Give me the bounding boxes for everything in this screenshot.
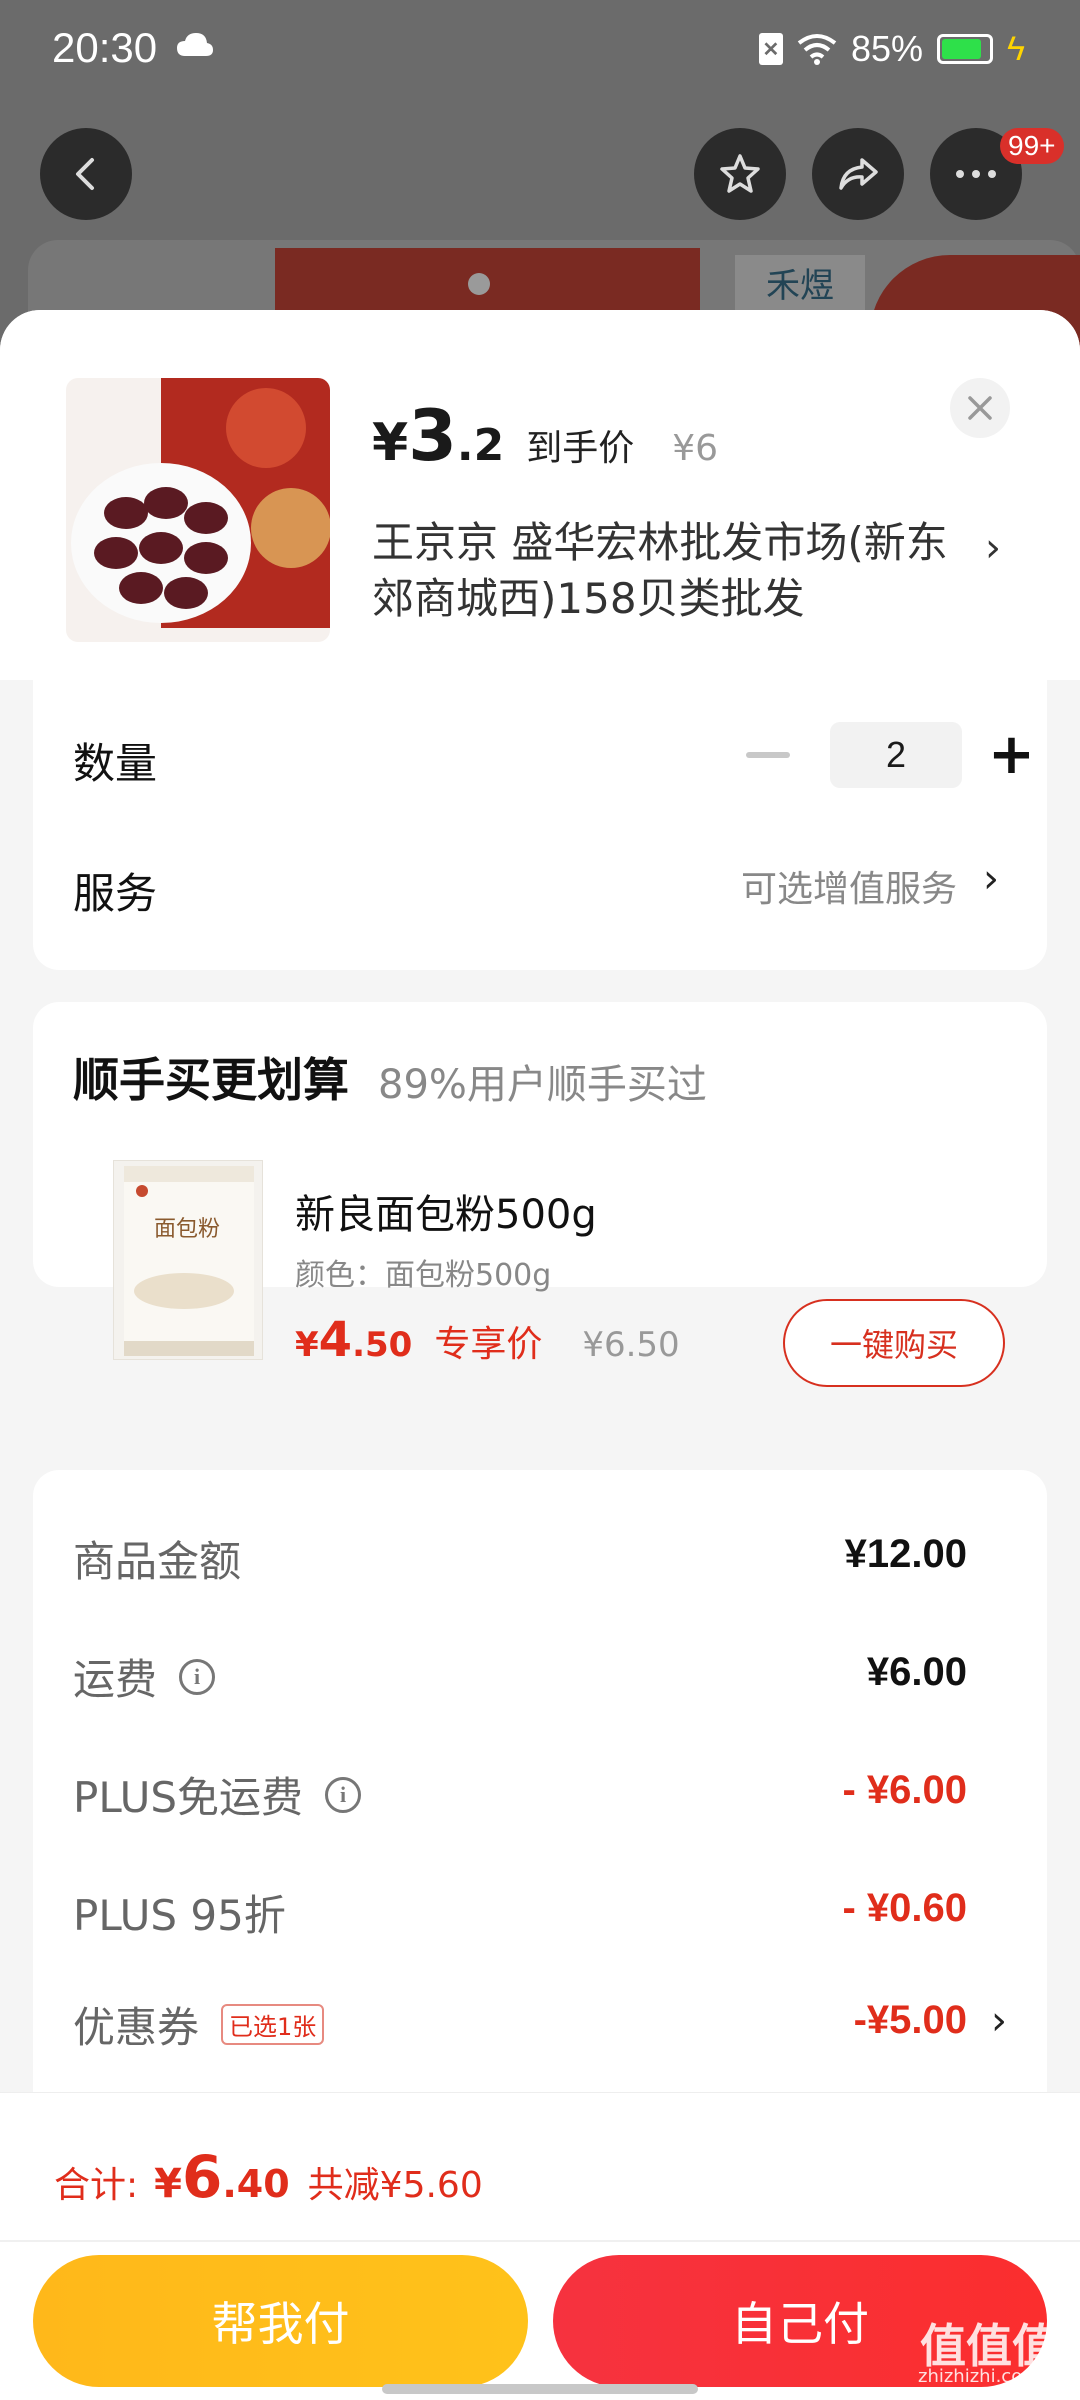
charging-bolt-icon: ϟ [1007, 29, 1025, 68]
summary-value: ¥12.00 [844, 1532, 967, 1576]
summary-value: - ¥0.60 [842, 1886, 967, 1930]
sheet-header: ¥ 3 .2 到手价 ¥6 王京京 盛华宏林批发市场(新东郊商城西)158贝类批… [0, 310, 1080, 680]
back-button[interactable] [40, 128, 132, 220]
summary-label: 商品金额 [73, 1537, 242, 1586]
shop-name-link[interactable]: 王京京 盛华宏林批发市场(新东郊商城西)158贝类批发 [372, 515, 972, 627]
wifi-icon [797, 34, 837, 65]
cloud-icon [177, 33, 213, 56]
close-icon [968, 396, 992, 420]
favorite-button[interactable] [694, 128, 786, 220]
status-time: 20:30 [52, 24, 158, 71]
addon-original-price: ¥6.50 [582, 1325, 680, 1365]
total-price: 合计: ¥ 6 .40 共减¥5.60 [54, 2143, 483, 2211]
info-icon[interactable]: i [325, 1776, 362, 1813]
service-label: 服务 [73, 869, 158, 918]
original-price: ¥6 [672, 428, 719, 469]
addon-price: ¥ 4 .50 专享价 ¥6.50 [295, 1312, 680, 1368]
addon-spec: 颜色：面包粉500g [295, 1258, 552, 1293]
one-click-buy-button[interactable]: 一键购买 [783, 1299, 1005, 1387]
summary-value: - ¥6.00 [842, 1768, 967, 1812]
summary-row-coupon[interactable]: 优惠券 已选1张 -¥5.00 › [73, 1994, 1007, 2054]
divider [0, 2240, 1080, 2242]
quantity-increase-button[interactable]: + [988, 727, 1035, 783]
addon-image-text: 面包粉 [154, 1217, 220, 1242]
star-icon [720, 154, 760, 193]
total-label: 合计: [54, 2165, 139, 2206]
final-price-label: 到手价 [526, 428, 635, 469]
sim-off-icon: ✕ [758, 33, 783, 65]
checkout-bar: 合计: ¥ 6 .40 共减¥5.60 帮我付 自己付 [0, 2092, 1080, 2400]
home-indicator[interactable] [382, 2384, 698, 2394]
product-thumbnail[interactable] [66, 378, 330, 642]
summary-row-plus-discount: PLUS 95折 - ¥0.60 [73, 1882, 1007, 1942]
service-option-link[interactable]: 可选增值服务 [741, 860, 957, 912]
chevron-right-icon: › [983, 856, 999, 902]
summary-row-shipping: 运费 i ¥6.00 [73, 1646, 1007, 1706]
summary-row-plus-shipping: PLUS免运费 i - ¥6.00 [73, 1764, 1007, 1824]
coupon-badge: 已选1张 [221, 2004, 325, 2045]
summary-value: -¥5.00 [853, 1998, 967, 2042]
summary-label: 优惠券 [73, 2003, 200, 2052]
purchase-sheet: ¥ 3 .2 到手价 ¥6 王京京 盛华宏林批发市场(新东郊商城西)158贝类批… [0, 310, 1080, 2400]
carousel-dot [468, 273, 490, 295]
total-savings: 共减¥5.60 [307, 2165, 483, 2206]
share-button[interactable] [812, 128, 904, 220]
back-icon [76, 158, 94, 190]
more-icon [956, 170, 996, 178]
quantity-stepper: 2 + [746, 722, 1035, 788]
message-badge: 99+ [1000, 128, 1064, 164]
addon-name[interactable]: 新良面包粉500g [295, 1182, 597, 1240]
chevron-right-icon: › [991, 1998, 1007, 2044]
battery-percent: 85% [850, 28, 923, 69]
close-button[interactable] [950, 378, 1010, 438]
quantity-label: 数量 [73, 739, 158, 788]
info-icon[interactable]: i [179, 1658, 216, 1695]
addon-product-image[interactable]: 面包粉 [113, 1160, 263, 1360]
summary-label: 运费 [73, 1655, 158, 1704]
battery-icon [937, 34, 993, 64]
quantity-input[interactable]: 2 [830, 722, 962, 788]
summary-row-goods: 商品金额 ¥12.00 [73, 1528, 1007, 1588]
exclusive-price-tag: 专享价 [434, 1324, 543, 1365]
product-price: ¥ 3 .2 到手价 ¥6 [372, 395, 719, 477]
status-right: ✕ 85% ϟ [758, 28, 1025, 70]
price-summary-card: 商品金额 ¥12.00 运费 i ¥6.00 PLUS免运费 i - ¥6.00 P… [33, 1470, 1047, 2150]
share-icon [839, 158, 878, 190]
chevron-right-icon: › [985, 525, 1001, 571]
summary-label: PLUS 95折 [73, 1891, 286, 1940]
summary-label: PLUS免运费 [73, 1773, 304, 1822]
help-pay-button[interactable]: 帮我付 [33, 2255, 528, 2387]
status-bar: 20:30 ✕ 85% ϟ [0, 0, 1080, 100]
quantity-service-card: 数量 2 + 服务 可选增值服务 › [33, 680, 1047, 970]
brand-logo: 禾煜 [735, 255, 865, 310]
quantity-decrease-button[interactable] [746, 752, 790, 758]
summary-value: ¥6.00 [866, 1650, 967, 1694]
watermark-url: zhizhizhi.com [918, 2366, 1040, 2387]
